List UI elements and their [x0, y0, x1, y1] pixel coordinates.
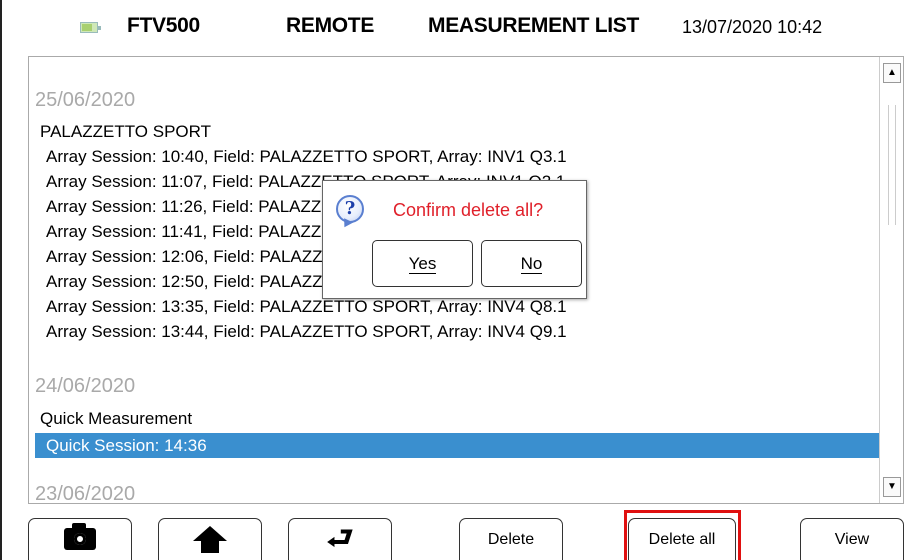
yes-label: Yes — [408, 254, 437, 274]
back-arrow-icon: ⮐ — [326, 521, 354, 556]
scrollbar[interactable]: ▲ ▼ — [879, 57, 903, 503]
yes-button[interactable]: Yes — [372, 240, 473, 287]
list-item[interactable]: Array Session: 13:35, Field: PALAZZETTO … — [46, 297, 567, 317]
battery-icon — [80, 22, 101, 33]
delete-button[interactable]: Delete — [459, 518, 563, 560]
list-item[interactable]: Array Session: 13:44, Field: PALAZZETTO … — [46, 322, 567, 342]
home-icon — [193, 525, 227, 554]
scroll-thumb[interactable] — [888, 105, 896, 225]
date-header: 25/06/2020 — [35, 89, 136, 111]
back-button[interactable]: ⮐ — [288, 518, 392, 560]
device-name: FTV500 — [127, 14, 200, 37]
confirm-dialog: ? Confirm delete all? Yes No — [322, 180, 587, 299]
view-button[interactable]: View — [800, 518, 904, 560]
datetime-display: 13/07/2020 10:42 — [682, 17, 823, 37]
question-icon: ? — [336, 195, 364, 223]
no-button[interactable]: No — [481, 240, 582, 287]
screenshot-button[interactable] — [28, 518, 132, 560]
group-header[interactable]: PALAZZETTO SPORT — [40, 122, 211, 142]
scroll-down-icon[interactable]: ▼ — [883, 477, 901, 497]
page-title: MEASUREMENT LIST — [428, 14, 640, 37]
scroll-up-icon[interactable]: ▲ — [883, 63, 901, 83]
date-header: 23/06/2020 — [35, 483, 136, 504]
no-label: No — [520, 254, 543, 274]
delete-all-highlight — [624, 510, 741, 560]
date-header: 24/06/2020 — [35, 375, 136, 397]
group-header[interactable]: Quick Measurement — [40, 409, 192, 429]
camera-icon — [64, 522, 96, 550]
header-bar: FTV500 REMOTE MEASUREMENT LIST 13/07/202… — [0, 0, 907, 56]
list-item-selected[interactable]: Quick Session: 14:36 — [35, 433, 881, 458]
list-item[interactable]: Array Session: 10:40, Field: PALAZZETTO … — [46, 147, 567, 167]
mode-label: REMOTE — [286, 14, 375, 37]
home-button[interactable] — [158, 518, 262, 560]
dialog-message: Confirm delete all? — [393, 200, 544, 220]
